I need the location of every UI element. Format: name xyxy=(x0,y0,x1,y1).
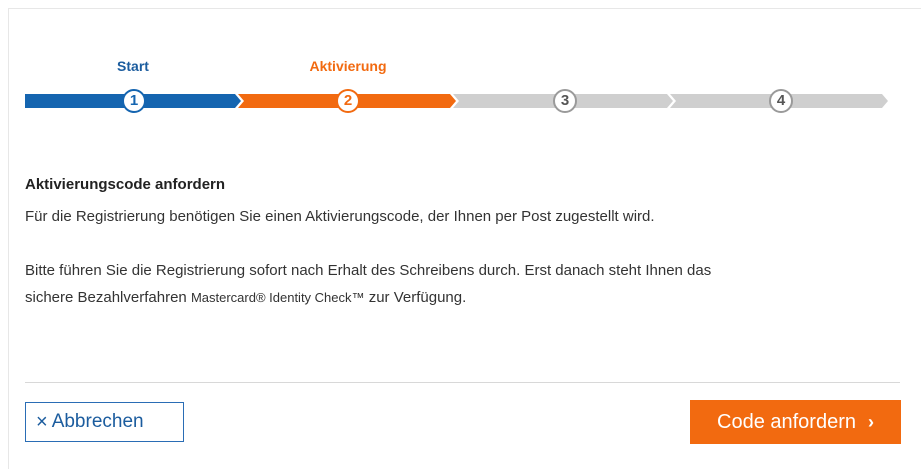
step-4-circle: 4 xyxy=(769,89,793,113)
step-1-circle: 1 xyxy=(122,89,146,113)
footer-divider xyxy=(25,382,900,383)
cancel-button-label: Abbrechen xyxy=(51,411,144,432)
brand-name: Mastercard® Identity Check™ xyxy=(190,290,365,305)
paragraph-2-suffix: zur Verfügung. xyxy=(364,289,467,306)
info-paragraph-2-line-1: Bitte führen Sie die Registrierung sofor… xyxy=(25,262,712,279)
paragraph-2-prefix: sichere Bezahlverfahren xyxy=(25,289,191,306)
step-3-circle: 3 xyxy=(553,89,577,113)
chevron-right-icon: › xyxy=(867,411,874,432)
section-title: Aktivierungscode anfordern xyxy=(25,176,226,193)
cancel-button[interactable]: × Abbrechen xyxy=(25,402,184,442)
step-2-label: Aktivierung xyxy=(309,58,387,74)
info-paragraph-2: Bitte führen Sie die Registrierung sofor… xyxy=(25,257,905,311)
step-1-label: Start xyxy=(117,58,149,74)
info-paragraph-1: Für die Registrierung benötigen Sie eine… xyxy=(25,208,655,225)
request-code-button[interactable]: Code anfordern › xyxy=(690,400,901,444)
info-paragraph-2-line-2: sichere Bezahlverfahren Mastercard® Iden… xyxy=(25,284,905,311)
close-icon: × xyxy=(36,411,48,433)
step-2-circle: 2 xyxy=(336,89,360,113)
request-code-button-label: Code anfordern xyxy=(717,410,856,433)
